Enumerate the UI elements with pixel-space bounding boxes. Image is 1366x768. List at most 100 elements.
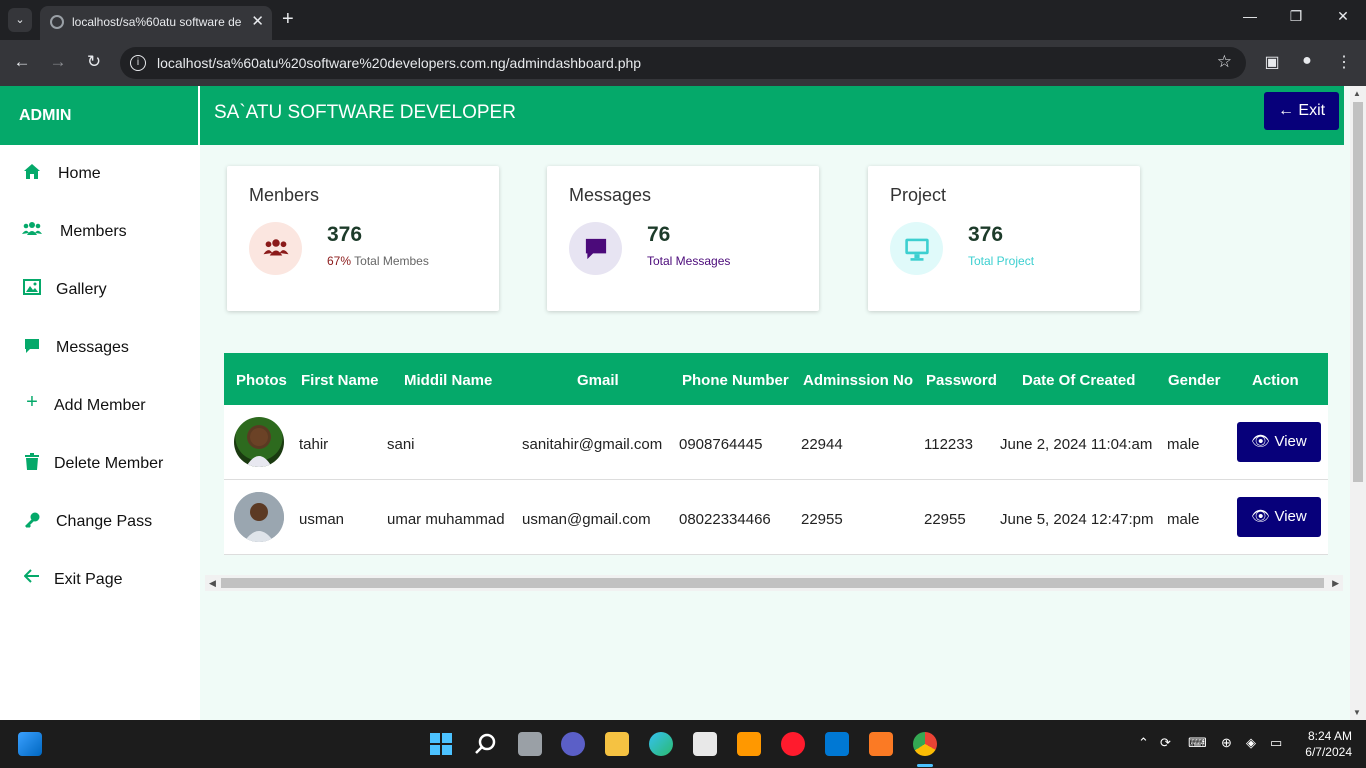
- view-button-label: View: [1274, 433, 1307, 450]
- sidebar-item-add-member[interactable]: + Add Member: [0, 385, 200, 425]
- horizontal-scroll-thumb[interactable]: [221, 578, 1324, 588]
- sidebar-item-label: Change Pass: [56, 513, 153, 530]
- vertical-scrollbar[interactable]: ▲ ▼: [1350, 86, 1366, 720]
- gender-cell: male: [1167, 436, 1200, 453]
- file-explorer-icon[interactable]: [605, 732, 629, 756]
- avatar: [234, 492, 284, 542]
- middle-name-cell: umar muhammad: [387, 511, 505, 528]
- chevron-up-icon[interactable]: ⌃: [1138, 735, 1149, 751]
- column-header: Gmail: [577, 372, 619, 389]
- image-icon: [22, 279, 42, 299]
- scroll-right-icon[interactable]: ▶: [1332, 578, 1339, 589]
- column-header: Adminssion No: [803, 372, 914, 389]
- sidebar-item-change-pass[interactable]: Change Pass: [0, 501, 200, 541]
- admission-cell: 22944: [801, 436, 843, 453]
- sublime-icon[interactable]: [737, 732, 761, 756]
- store-icon[interactable]: [693, 732, 717, 756]
- widgets-icon[interactable]: [18, 732, 42, 756]
- battery-icon[interactable]: ▭: [1270, 735, 1282, 751]
- project-card: Project 376 Total Project: [868, 166, 1140, 311]
- sidebar-item-label: Members: [60, 223, 127, 240]
- profile-icon[interactable]: ●: [1297, 52, 1317, 70]
- sidebar-item-label: Exit Page: [54, 571, 123, 588]
- tab-search-icon[interactable]: ⌄: [8, 8, 32, 32]
- page-title: SA`ATU SOFTWARE DEVELOPER: [214, 102, 516, 123]
- close-window-icon[interactable]: ✕: [1333, 8, 1353, 25]
- sidebar-item-label: Messages: [56, 339, 129, 356]
- scroll-up-icon[interactable]: ▲: [1353, 89, 1361, 98]
- gender-cell: male: [1167, 511, 1200, 528]
- messages-card: Messages 76 Total Messages: [547, 166, 819, 311]
- arrow-left-icon: ←: [1277, 102, 1294, 119]
- back-icon[interactable]: ←: [12, 52, 32, 72]
- system-clock[interactable]: 8:24 AM 6/7/2024: [1305, 728, 1352, 760]
- created-date-cell: June 5, 2024 12:47:pm: [1000, 511, 1154, 528]
- xampp-icon[interactable]: [869, 732, 893, 756]
- view-button[interactable]: 👁 View: [1237, 497, 1321, 537]
- project-count: 376: [968, 223, 1004, 246]
- taskbar: ⌃ ⟳ ⌨ ⊕ ◈ ▭ 8:24 AM 6/7/2024: [0, 720, 1366, 768]
- scroll-left-icon[interactable]: ◀: [209, 578, 216, 589]
- keyboard-icon[interactable]: ⌨: [1188, 735, 1207, 751]
- wifi-icon[interactable]: ◈: [1246, 735, 1256, 751]
- bookmark-star-icon[interactable]: ☆: [1217, 52, 1232, 72]
- plus-icon: +: [26, 391, 38, 413]
- task-view-icon[interactable]: [518, 732, 542, 756]
- scroll-down-icon[interactable]: ▼: [1353, 708, 1361, 717]
- card-title: Project: [890, 185, 947, 205]
- members-percent: 67%: [327, 254, 352, 268]
- sidebar-item-members[interactable]: Members: [0, 211, 200, 251]
- sidebar-item-messages[interactable]: Messages: [0, 327, 200, 367]
- reload-icon[interactable]: ↻: [84, 52, 104, 72]
- minimize-icon[interactable]: —: [1240, 8, 1260, 24]
- search-icon[interactable]: [473, 732, 497, 756]
- opera-icon[interactable]: [781, 732, 805, 756]
- start-icon[interactable]: [429, 732, 453, 756]
- messages-count: 76: [647, 223, 671, 246]
- side-panel-icon[interactable]: ▣: [1262, 52, 1282, 72]
- vscode-icon[interactable]: [825, 732, 849, 756]
- close-tab-icon[interactable]: ✕: [251, 12, 264, 30]
- sidebar-item-delete-member[interactable]: Delete Member: [0, 443, 200, 483]
- card-title: Messages: [569, 185, 652, 205]
- edge-icon[interactable]: [649, 732, 673, 756]
- sidebar-item-home[interactable]: Home: [0, 153, 200, 193]
- forward-icon[interactable]: →: [48, 52, 68, 72]
- gmail-cell: sanitahir@gmail.com: [522, 436, 663, 453]
- members-sub-label: Total Membes: [354, 254, 429, 268]
- restore-icon[interactable]: ❐: [1286, 8, 1306, 25]
- column-header: Phone Number: [682, 372, 789, 389]
- view-button-label: View: [1274, 508, 1307, 525]
- vertical-scroll-thumb[interactable]: [1353, 102, 1363, 482]
- browser-tab[interactable]: localhost/sa%60atu software de ✕: [40, 6, 272, 40]
- avatar: [234, 417, 284, 467]
- exit-button[interactable]: ← Exit: [1264, 92, 1339, 130]
- update-icon[interactable]: ⟳: [1160, 735, 1171, 751]
- gmail-cell: usman@gmail.com: [522, 511, 651, 528]
- menu-icon[interactable]: ⋮: [1334, 52, 1354, 72]
- active-app-indicator: [917, 764, 933, 767]
- address-bar: ← → ↻ i localhost/sa%60atu%20software%20…: [0, 40, 1366, 86]
- column-header: Date Of Created: [1022, 372, 1136, 389]
- members-card: Menbers 376 67% Total Membes: [227, 166, 499, 311]
- sidebar-item-label: Home: [58, 165, 101, 182]
- trash-icon: [22, 453, 42, 473]
- url-input[interactable]: i localhost/sa%60atu%20software%20develo…: [120, 47, 1246, 79]
- message-icon: [22, 337, 42, 357]
- new-tab-icon[interactable]: +: [282, 8, 294, 31]
- sidebar: ADMIN Home Members Gallery Messages + Ad…: [0, 86, 200, 720]
- tab-title: localhost/sa%60atu software de: [72, 15, 242, 29]
- chrome-icon[interactable]: [913, 732, 937, 756]
- view-button[interactable]: 👁 View: [1237, 422, 1321, 462]
- sidebar-item-gallery[interactable]: Gallery: [0, 269, 200, 309]
- clock-time: 8:24 AM: [1307, 729, 1352, 743]
- users-icon: [22, 221, 42, 241]
- arrow-left-icon: [22, 569, 42, 589]
- horizontal-scrollbar[interactable]: ◀ ▶: [205, 575, 1343, 591]
- sidebar-item-exit-page[interactable]: Exit Page: [0, 559, 200, 599]
- meet-icon[interactable]: [561, 732, 585, 756]
- site-info-icon[interactable]: i: [130, 55, 146, 71]
- language-icon[interactable]: ⊕: [1221, 735, 1232, 751]
- eye-icon: 👁: [1251, 433, 1271, 450]
- sidebar-item-label: Add Member: [54, 397, 146, 414]
